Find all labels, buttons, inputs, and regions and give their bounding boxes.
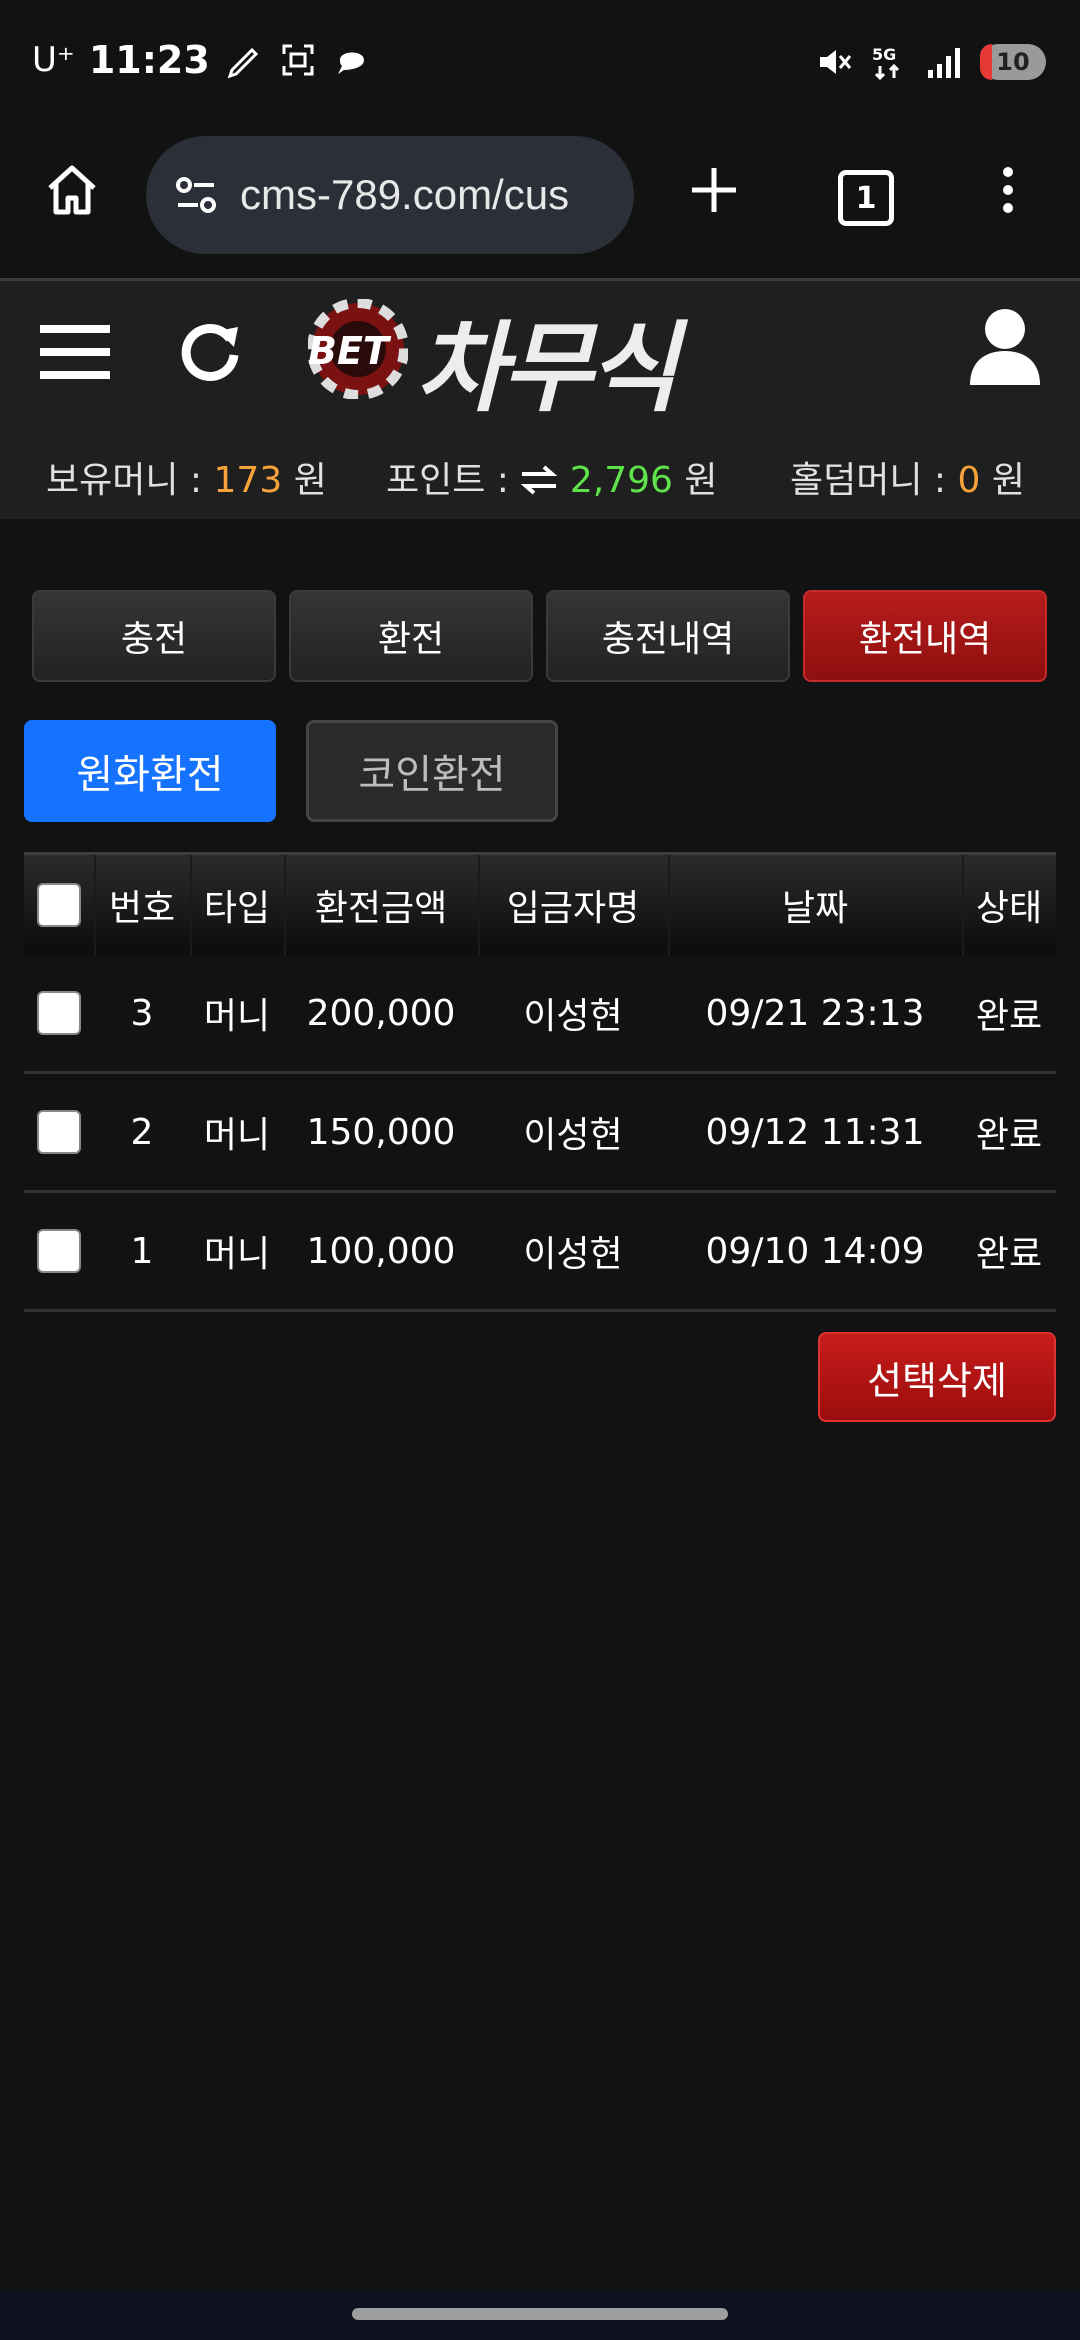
menu-icon[interactable] xyxy=(40,321,110,383)
col-number: 번호 xyxy=(94,855,192,955)
cell-amount: 200,000 xyxy=(306,992,456,1034)
clock: 11:23 xyxy=(88,38,210,82)
cell-status: 완료 xyxy=(975,1234,1043,1275)
col-depositor: 입금자명 xyxy=(478,855,670,955)
logo-bet-text: BET xyxy=(308,329,389,373)
subtab-krw-withdraw[interactable]: 원화환전 xyxy=(24,720,276,822)
money-value: 173 xyxy=(213,460,283,501)
site-settings-icon[interactable] xyxy=(172,171,220,219)
money-balance: 보유머니 : 173 원 xyxy=(46,460,327,501)
withdraw-history-table: 번호 타입 환전금액 입금자명 날짜 상태 3 머니 200,000 이성현 0… xyxy=(24,852,1056,1312)
cell-number: 3 xyxy=(130,992,154,1034)
user-profile-icon[interactable] xyxy=(968,307,1042,385)
new-tab-icon[interactable] xyxy=(684,160,744,220)
logo-main-text: 차무식 xyxy=(416,312,678,426)
cell-status: 완료 xyxy=(975,996,1043,1037)
address-bar[interactable]: cms-789.com/cus xyxy=(146,136,634,254)
screenshot-icon xyxy=(282,44,314,76)
cell-date: 09/12 11:31 xyxy=(705,1111,925,1153)
home-icon[interactable] xyxy=(42,160,102,220)
cell-number: 1 xyxy=(130,1230,154,1272)
cell-type: 머니 xyxy=(203,1234,271,1275)
cell-number: 2 xyxy=(130,1111,154,1153)
col-date: 날짜 xyxy=(668,855,964,955)
more-options-icon[interactable] xyxy=(978,160,1038,220)
holdem-balance: 홀덤머니 : 0 원 xyxy=(790,460,1025,501)
cell-depositor: 이성현 xyxy=(523,1234,623,1275)
cell-date: 09/10 14:09 xyxy=(705,1230,925,1272)
site-logo[interactable]: BET 차무식 xyxy=(308,295,768,426)
cell-amount: 150,000 xyxy=(306,1111,456,1153)
tab-deposit-history[interactable]: 충전내역 xyxy=(546,590,790,682)
carrier-label: U⁺ xyxy=(32,40,75,80)
browser-toolbar: cms-789.com/cus 1 xyxy=(0,130,1080,280)
subtab-coin-withdraw[interactable]: 코인환전 xyxy=(306,720,558,822)
url-text: cms-789.com/cus xyxy=(240,171,570,218)
mute-icon xyxy=(820,50,852,74)
tab-withdraw[interactable]: 환전 xyxy=(289,590,533,682)
row-checkbox[interactable] xyxy=(37,1110,81,1154)
refresh-icon[interactable] xyxy=(178,317,244,383)
point-value: 2,796 xyxy=(569,460,673,501)
cell-depositor: 이성현 xyxy=(523,996,623,1037)
cell-status: 완료 xyxy=(975,1115,1043,1156)
system-nav-bar xyxy=(0,2292,1080,2340)
table-row: 3 머니 200,000 이성현 09/21 23:13 완료 xyxy=(24,955,1056,1074)
svg-text:5G: 5G xyxy=(872,45,896,64)
tab-switcher-button[interactable]: 1 xyxy=(838,170,894,226)
delete-selected-button[interactable]: 선택삭제 xyxy=(818,1332,1056,1422)
exchange-arrows-icon[interactable] xyxy=(520,464,558,496)
home-gesture-handle[interactable] xyxy=(352,2308,728,2320)
col-type: 타입 xyxy=(190,855,286,955)
holdem-value: 0 xyxy=(957,460,981,501)
col-amount: 환전금액 xyxy=(284,855,480,955)
pen-icon xyxy=(227,47,258,79)
signal-icon xyxy=(928,48,960,78)
tab-withdraw-history[interactable]: 환전내역 xyxy=(803,590,1047,682)
cell-depositor: 이성현 xyxy=(523,1115,623,1156)
select-all-checkbox[interactable] xyxy=(37,883,81,927)
5g-icon: 5G xyxy=(872,45,900,81)
site-header: BET 차무식 보유머니 : 173 원 포인트 : 2,796 원 홀덤머니 … xyxy=(0,281,1080,519)
point-balance: 포인트 : 2,796 원 xyxy=(386,460,718,501)
cell-date: 09/21 23:13 xyxy=(705,992,925,1034)
table-header: 번호 타입 환전금액 입금자명 날짜 상태 xyxy=(24,852,1056,955)
table-row: 2 머니 150,000 이성현 09/12 11:31 완료 xyxy=(24,1074,1056,1193)
chat-bubble-icon xyxy=(337,52,364,74)
status-bar: U⁺ 11:23 5G 10 xyxy=(0,0,1080,130)
select-all-cell xyxy=(24,855,96,955)
battery-icon: 10 xyxy=(980,44,1046,80)
row-checkbox[interactable] xyxy=(37,991,81,1035)
cell-type: 머니 xyxy=(203,1115,271,1156)
battery-level: 10 xyxy=(996,48,1030,76)
col-status: 상태 xyxy=(975,888,1043,929)
cell-amount: 100,000 xyxy=(306,1230,456,1272)
table-row: 1 머니 100,000 이성현 09/10 14:09 완료 xyxy=(24,1193,1056,1312)
cell-type: 머니 xyxy=(203,996,271,1037)
row-checkbox[interactable] xyxy=(37,1229,81,1273)
tab-deposit[interactable]: 충전 xyxy=(32,590,276,682)
